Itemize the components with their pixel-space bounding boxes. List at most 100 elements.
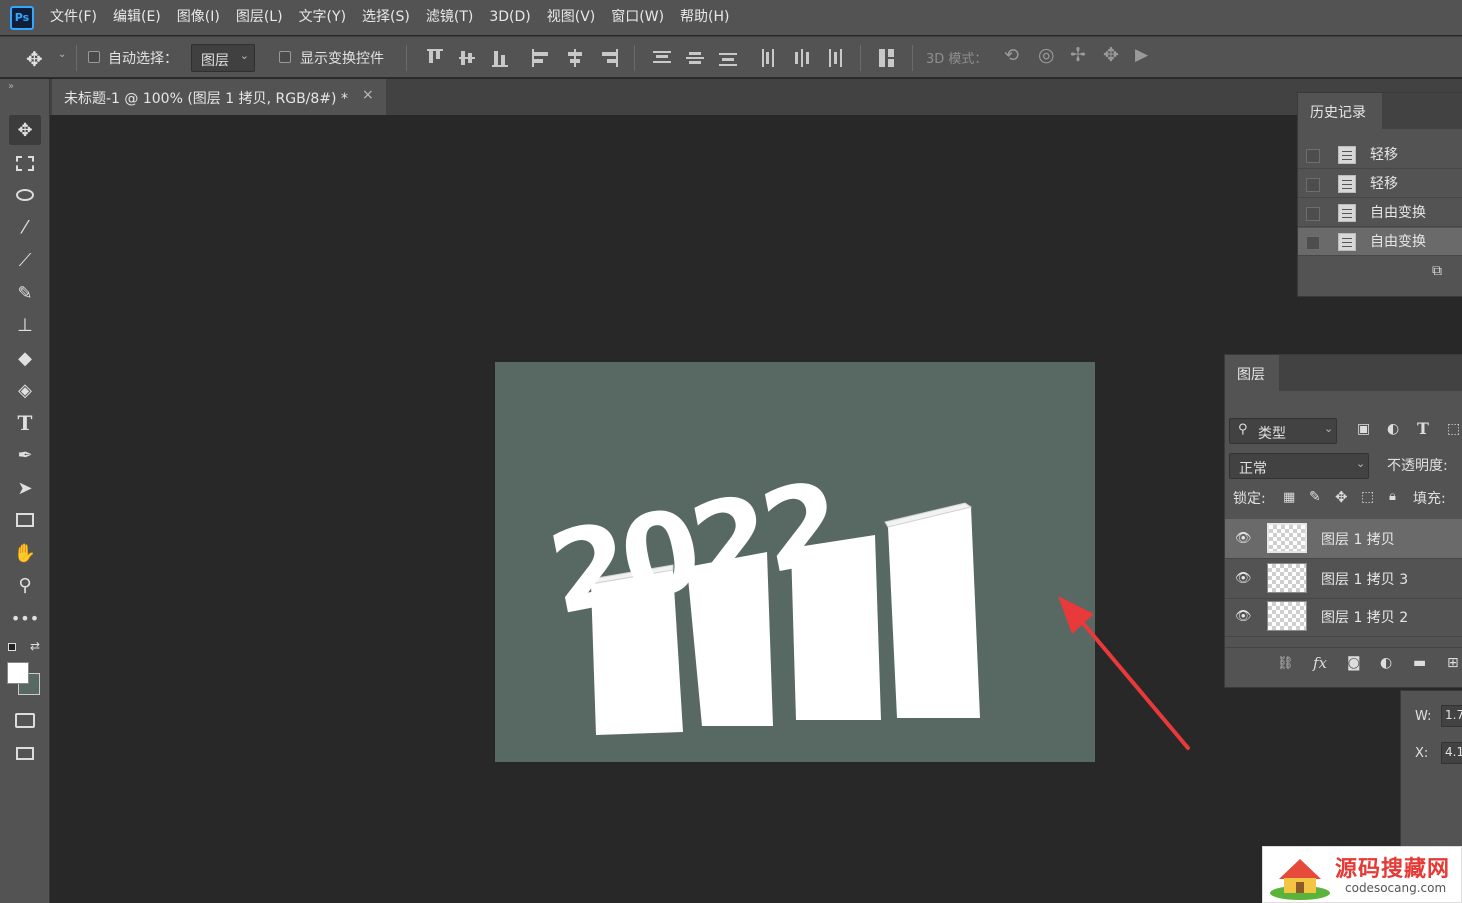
filter-pixel-icon[interactable]: ▣ (1357, 421, 1370, 437)
history-item-selected[interactable]: 自由变换 (1298, 228, 1462, 256)
visibility-eye-icon[interactable]: 👁︎ (1235, 609, 1252, 624)
distribute-top-icon[interactable] (652, 49, 672, 67)
watermark-title: 源码搜藏网 (1335, 857, 1451, 882)
align-left-icon[interactable] (532, 49, 552, 67)
collapse-toolbar-icon[interactable]: » (8, 81, 14, 92)
marquee-tool-icon[interactable] (9, 148, 41, 178)
layer-filter-dropdown[interactable]: ⚲ 类型 ⌄ (1229, 418, 1337, 444)
brush-tool-icon[interactable]: ✎ (9, 278, 41, 308)
fx-icon[interactable]: fx (1313, 654, 1327, 672)
path-selection-tool-icon[interactable]: ➤ (9, 473, 41, 503)
watermark-url: codesocang.com (1345, 881, 1447, 895)
layer-row[interactable]: 👁︎ 图层 1 拷贝 3 (1225, 559, 1462, 599)
align-right-icon[interactable] (598, 49, 618, 67)
default-colors-icon[interactable] (8, 643, 16, 651)
document-tab[interactable]: 未标题-1 @ 100% (图层 1 拷贝, RGB/8#) * (52, 79, 386, 115)
rectangle-tool-icon[interactable] (9, 505, 41, 535)
history-item[interactable]: 轻移 (1298, 141, 1462, 169)
3d-camera-icon[interactable]: ▶ (1135, 45, 1148, 65)
zoom-tool-icon[interactable]: ⚲ (9, 570, 41, 600)
quick-mask-icon[interactable] (9, 705, 41, 735)
link-layers-icon[interactable]: ⛓ (1277, 656, 1294, 671)
menu-help[interactable]: 帮助(H) (672, 0, 737, 35)
auto-select-label: 自动选择： (108, 51, 178, 67)
add-mask-icon[interactable]: ◙ (1347, 655, 1361, 671)
auto-select-dropdown[interactable]: 图层 ⌄ (191, 44, 255, 72)
3d-orbit-icon[interactable]: ⟲ (1004, 45, 1019, 66)
menu-edit[interactable]: 编辑(E) (105, 0, 169, 35)
x-field[interactable]: 4.1 (1441, 742, 1462, 764)
visibility-eye-icon[interactable]: 👁︎ (1235, 571, 1252, 586)
paint-bucket-tool-icon[interactable]: ◈ (9, 375, 41, 405)
menu-layer[interactable]: 图层(L) (228, 0, 291, 35)
menu-window[interactable]: 窗口(W) (603, 0, 672, 35)
type-tool-icon[interactable]: T (9, 408, 41, 438)
document-tab-title: 未标题-1 @ 100% (图层 1 拷贝, RGB/8#) * (64, 91, 348, 107)
width-field[interactable]: 1.7 (1441, 705, 1462, 727)
lock-position-icon[interactable]: ✥ (1335, 488, 1348, 506)
distribute-spacing-icon[interactable] (877, 49, 897, 67)
more-tools-icon[interactable]: ••• (9, 603, 41, 633)
pen-tool-icon[interactable]: ✒ (9, 440, 41, 470)
filter-shape-icon[interactable]: ⬚ (1447, 421, 1460, 437)
menu-type[interactable]: 文字(Y) (291, 0, 354, 35)
3d-pan-icon[interactable]: ✢ (1070, 44, 1086, 66)
lasso-tool-icon[interactable] (9, 180, 41, 210)
history-item[interactable]: 轻移 (1298, 170, 1462, 198)
screen-mode-icon[interactable] (9, 738, 41, 768)
menu-view[interactable]: 视图(V) (539, 0, 604, 35)
align-bottom-icon[interactable] (490, 49, 510, 67)
adjustment-layer-icon[interactable]: ◐ (1380, 655, 1392, 671)
lock-artboard-icon[interactable]: ⬚ (1361, 489, 1374, 505)
lock-transparent-icon[interactable]: ▦ (1283, 490, 1295, 505)
filter-type-icon[interactable]: T (1417, 419, 1429, 438)
new-layer-icon[interactable]: ⊞ (1447, 655, 1459, 671)
distribute-right-icon[interactable] (825, 49, 845, 67)
magic-wand-tool-icon[interactable]: ⁄ (9, 212, 41, 242)
foreground-color-swatch[interactable] (7, 662, 29, 684)
new-snapshot-icon[interactable]: ⧉ (1432, 263, 1442, 279)
lock-pixels-icon[interactable]: ✎ (1309, 489, 1321, 505)
close-icon[interactable]: × (362, 87, 374, 103)
show-transform-checkbox[interactable] (279, 51, 291, 63)
document-canvas[interactable]: 2022 (495, 362, 1095, 762)
swap-colors-icon[interactable]: ⇄ (30, 639, 40, 653)
3d-roll-icon[interactable]: ◎ (1038, 44, 1055, 66)
visibility-eye-icon[interactable]: 👁︎ (1235, 531, 1252, 546)
lock-all-icon[interactable]: 🔒︎ (1389, 489, 1396, 504)
menu-select[interactable]: 选择(S) (354, 0, 418, 35)
distribute-left-icon[interactable] (760, 49, 780, 67)
layer-row[interactable]: 👁︎ 图层 1 拷贝 2 (1225, 597, 1462, 637)
align-top-icon[interactable] (425, 49, 445, 67)
menu-filter[interactable]: 滤镜(T) (418, 0, 481, 35)
history-state-icon (1338, 146, 1356, 164)
fill-label: 填充: (1413, 491, 1446, 507)
opacity-label: 不透明度: (1387, 458, 1448, 474)
align-hcenter-icon[interactable] (565, 49, 585, 67)
group-folder-icon[interactable]: ▬ (1413, 655, 1426, 671)
annotation-arrow (1058, 596, 1190, 750)
chevron-down-icon[interactable]: ⌄ (58, 49, 66, 60)
filter-adjustment-icon[interactable]: ◐ (1387, 421, 1399, 437)
blend-mode-dropdown[interactable]: 正常 ⌄ (1229, 453, 1369, 479)
distribute-bottom-icon[interactable] (718, 49, 738, 67)
layers-tab[interactable]: 图层 (1225, 355, 1279, 391)
move-tool-preset-icon[interactable]: ✥ (26, 47, 43, 71)
menu-image[interactable]: 图像(I) (169, 0, 228, 35)
distribute-hcenter-icon[interactable] (792, 49, 812, 67)
history-tab[interactable]: 历史记录 (1298, 93, 1382, 129)
history-item[interactable]: 自由变换 (1298, 199, 1462, 227)
clone-stamp-tool-icon[interactable]: ⊥ (9, 310, 41, 340)
align-vcenter-icon[interactable] (457, 49, 477, 67)
menu-file[interactable]: 文件(F) (42, 0, 105, 35)
auto-select-checkbox[interactable] (88, 51, 100, 63)
eyedropper-tool-icon[interactable]: ⟋ (9, 245, 41, 275)
layer-row-selected[interactable]: 👁︎ 图层 1 拷贝 (1225, 519, 1462, 559)
move-tool-icon[interactable]: ✥ (9, 115, 41, 145)
eraser-tool-icon[interactable]: ◆ (9, 343, 41, 373)
history-state-icon (1338, 175, 1356, 193)
distribute-vcenter-icon[interactable] (685, 49, 705, 67)
hand-tool-icon[interactable]: ✋ (9, 538, 41, 568)
3d-slide-icon[interactable]: ✥ (1103, 44, 1119, 66)
menu-3d[interactable]: 3D(D) (481, 0, 538, 35)
